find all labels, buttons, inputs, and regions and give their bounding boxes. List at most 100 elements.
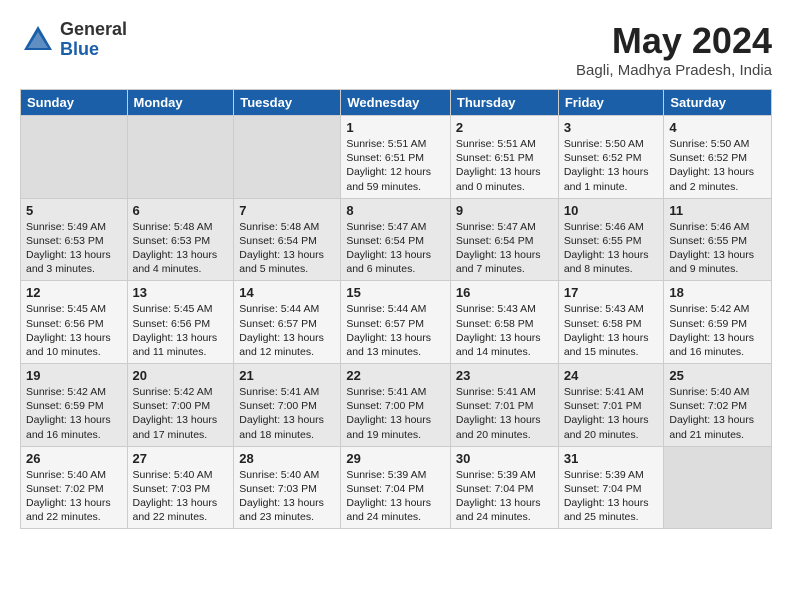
cell-info: Sunrise: 5:41 AM: [239, 385, 335, 399]
day-number: 10: [564, 203, 659, 218]
title-block: May 2024 Bagli, Madhya Pradesh, India: [576, 20, 772, 79]
cell-info: Sunrise: 5:40 AM: [133, 468, 229, 482]
day-number: 4: [669, 120, 766, 135]
calendar-cell: 25Sunrise: 5:40 AMSunset: 7:02 PMDayligh…: [664, 364, 772, 447]
cell-info: Daylight: 13 hours: [26, 413, 122, 427]
cell-info: Sunrise: 5:44 AM: [239, 302, 335, 316]
cell-info: and 21 minutes.: [669, 428, 766, 442]
cell-info: Sunset: 7:01 PM: [564, 399, 659, 413]
cell-info: Sunset: 6:55 PM: [564, 234, 659, 248]
cell-info: Sunrise: 5:42 AM: [26, 385, 122, 399]
day-number: 14: [239, 285, 335, 300]
page-header: General Blue May 2024 Bagli, Madhya Prad…: [20, 20, 772, 79]
day-number: 26: [26, 451, 122, 466]
calendar-cell: 28Sunrise: 5:40 AMSunset: 7:03 PMDayligh…: [234, 446, 341, 529]
cell-info: Sunset: 6:56 PM: [26, 317, 122, 331]
calendar-cell: 27Sunrise: 5:40 AMSunset: 7:03 PMDayligh…: [127, 446, 234, 529]
cell-info: Daylight: 13 hours: [564, 165, 659, 179]
calendar-cell: 3Sunrise: 5:50 AMSunset: 6:52 PMDaylight…: [558, 116, 664, 199]
cell-info: Daylight: 13 hours: [564, 331, 659, 345]
cell-info: and 22 minutes.: [26, 510, 122, 524]
calendar-cell: 23Sunrise: 5:41 AMSunset: 7:01 PMDayligh…: [450, 364, 558, 447]
cell-info: Sunrise: 5:41 AM: [346, 385, 445, 399]
cell-info: Sunset: 6:51 PM: [346, 151, 445, 165]
calendar-cell: 4 Sunrise: 5:50 AMSunset: 6:52 PMDaylight…: [664, 116, 772, 199]
cell-info: Daylight: 13 hours: [456, 248, 553, 262]
cell-info: and 17 minutes.: [133, 428, 229, 442]
calendar-cell: 5Sunrise: 5:49 AMSunset: 6:53 PMDaylight…: [21, 198, 128, 281]
cell-info: Sunrise: 5:45 AM: [26, 302, 122, 316]
cell-info: Daylight: 13 hours: [26, 496, 122, 510]
month-year: May 2024: [576, 20, 772, 62]
cell-info: Sunrise: 5:39 AM: [456, 468, 553, 482]
calendar-table: SundayMondayTuesdayWednesdayThursdayFrid…: [20, 89, 772, 529]
cell-info: and 19 minutes.: [346, 428, 445, 442]
calendar-cell: 1Sunrise: 5:51 AMSunset: 6:51 PMDaylight…: [341, 116, 451, 199]
cell-info: Daylight: 13 hours: [346, 496, 445, 510]
header-cell-friday: Friday: [558, 90, 664, 116]
calendar-cell: 17Sunrise: 5:43 AMSunset: 6:58 PMDayligh…: [558, 281, 664, 364]
calendar-cell: [21, 116, 128, 199]
calendar-cell: [664, 446, 772, 529]
day-number: 5: [26, 203, 122, 218]
cell-info: Sunrise: 5:51 AM: [346, 137, 445, 151]
cell-info: Sunrise: 5:50 AM: [669, 137, 766, 151]
cell-info: and 59 minutes.: [346, 180, 445, 194]
cell-info: Sunset: 7:02 PM: [26, 482, 122, 496]
calendar-week-2: 5 Sunrise: 5:49 AMSunset: 6:53 PM Daylight…: [21, 198, 772, 281]
calendar-cell: 12Sunrise: 5:45 AMSunset: 6:56 PMDayligh…: [21, 281, 128, 364]
day-number: 30: [456, 451, 553, 466]
cell-info: Daylight: 13 hours: [346, 248, 445, 262]
cell-info: Sunrise: 5:46 AM: [564, 220, 659, 234]
cell-info: and 7 minutes.: [456, 262, 553, 276]
cell-info: Daylight: 13 hours: [669, 165, 766, 179]
calendar-cell: 9Sunrise: 5:47 AMSunset: 6:54 PMDaylight…: [450, 198, 558, 281]
day-number: 2: [456, 120, 553, 135]
day-number: 19: [26, 368, 122, 383]
cell-info: and 24 minutes.: [346, 510, 445, 524]
cell-info: Sunrise: 5:49 AM: [26, 220, 122, 234]
cell-info: Sunset: 7:03 PM: [133, 482, 229, 496]
cell-info: Sunset: 7:04 PM: [346, 482, 445, 496]
day-number: 13: [133, 285, 229, 300]
cell-info: Daylight: 13 hours: [133, 248, 229, 262]
cell-info: Sunset: 6:54 PM: [239, 234, 335, 248]
cell-info: and 24 minutes.: [456, 510, 553, 524]
header-cell-saturday: Saturday: [664, 90, 772, 116]
cell-info: and 9 minutes.: [669, 262, 766, 276]
cell-info: Sunrise: 5:47 AM: [346, 220, 445, 234]
cell-info: Sunset: 6:52 PM: [669, 151, 766, 165]
day-number: 22: [346, 368, 445, 383]
cell-info: Sunset: 6:53 PM: [26, 234, 122, 248]
cell-info: and 13 minutes.: [346, 345, 445, 359]
calendar-cell: 13Sunrise: 5:45 AMSunset: 6:56 PMDayligh…: [127, 281, 234, 364]
cell-info: and 18 minutes.: [239, 428, 335, 442]
cell-info: Sunset: 7:04 PM: [456, 482, 553, 496]
cell-info: and 10 minutes.: [26, 345, 122, 359]
cell-info: Sunrise: 5:47 AM: [456, 220, 553, 234]
cell-info: Sunset: 6:58 PM: [564, 317, 659, 331]
cell-info: Sunset: 6:52 PM: [564, 151, 659, 165]
cell-info: Sunrise: 5:40 AM: [239, 468, 335, 482]
calendar-cell: 22Sunrise: 5:41 AMSunset: 7:00 PMDayligh…: [341, 364, 451, 447]
header-cell-thursday: Thursday: [450, 90, 558, 116]
cell-info: and 22 minutes.: [133, 510, 229, 524]
cell-info: Daylight: 13 hours: [239, 496, 335, 510]
cell-info: Daylight: 12 hours: [346, 165, 445, 179]
cell-info: Sunset: 6:54 PM: [346, 234, 445, 248]
day-number: 9: [456, 203, 553, 218]
cell-info: Sunrise: 5:42 AM: [133, 385, 229, 399]
day-number: 16: [456, 285, 553, 300]
calendar-week-3: 12Sunrise: 5:45 AMSunset: 6:56 PMDayligh…: [21, 281, 772, 364]
logo-blue: Blue: [60, 40, 127, 60]
cell-info: and 11 minutes.: [133, 345, 229, 359]
day-number: 23: [456, 368, 553, 383]
day-number: 15: [346, 285, 445, 300]
header-cell-sunday: Sunday: [21, 90, 128, 116]
calendar-cell: 18Sunrise: 5:42 AMSunset: 6:59 PMDayligh…: [664, 281, 772, 364]
cell-info: Sunrise: 5:48 AM: [239, 220, 335, 234]
cell-info: Sunset: 6:55 PM: [669, 234, 766, 248]
cell-info: and 4 minutes.: [133, 262, 229, 276]
day-number: 27: [133, 451, 229, 466]
day-number: 3: [564, 120, 659, 135]
